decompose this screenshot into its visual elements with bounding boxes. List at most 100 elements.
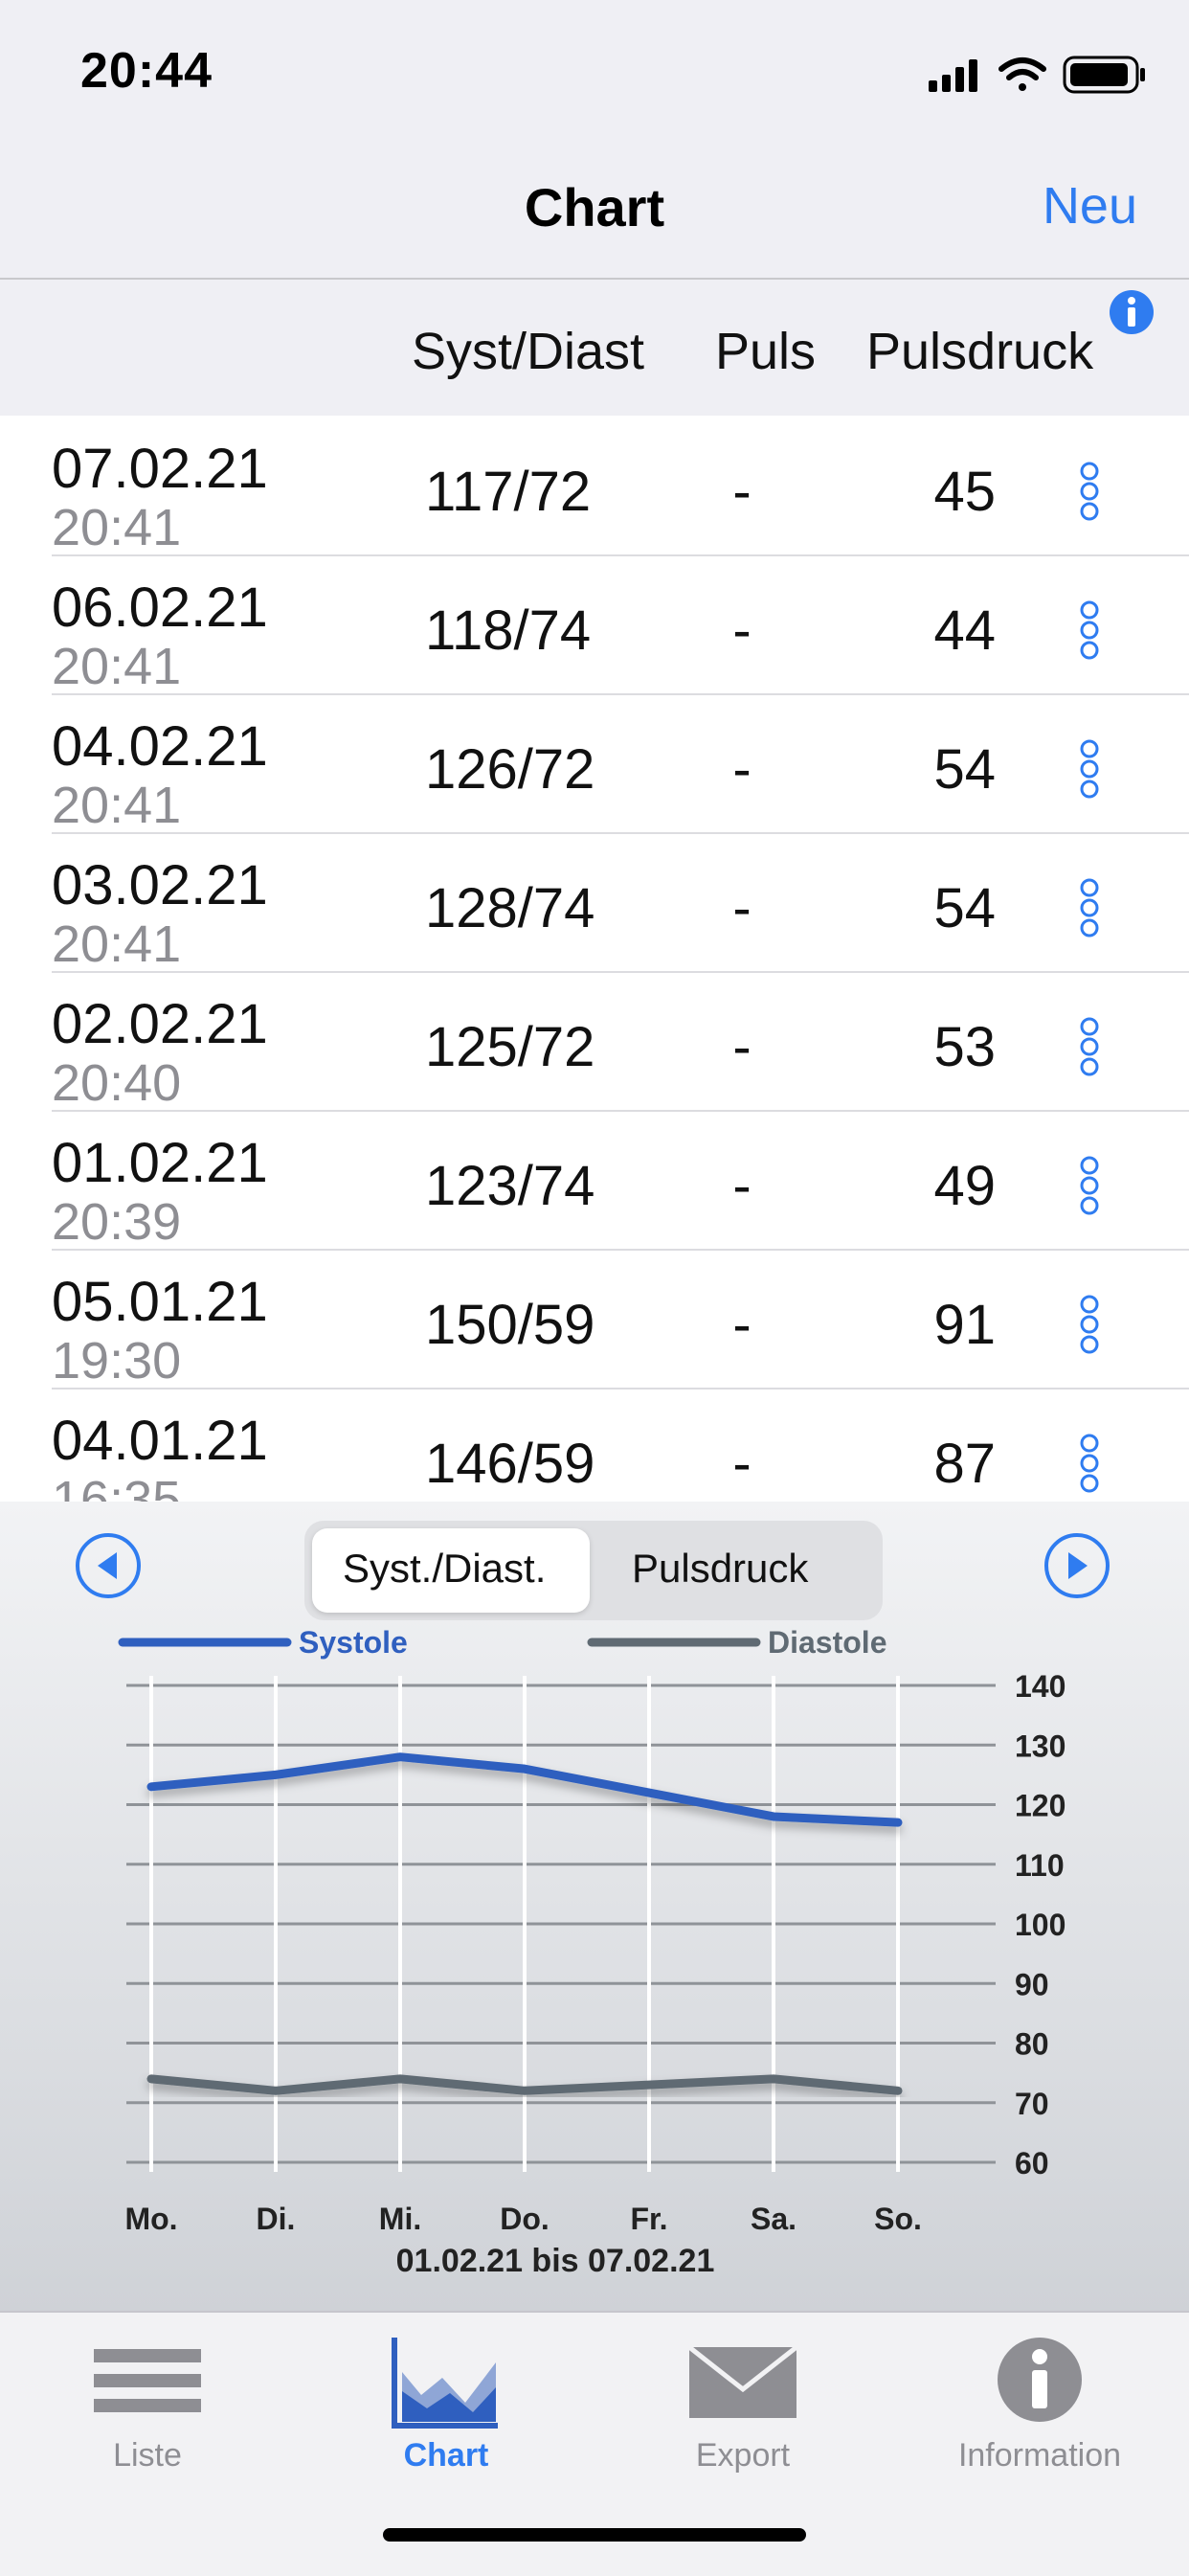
row-date: 07.02.21 <box>52 438 268 500</box>
segment-pulsdruck[interactable]: Pulsdruck <box>592 1528 875 1613</box>
row-pulsdruck: 87 <box>933 1433 996 1495</box>
tab-export-label: Export <box>695 2437 791 2474</box>
legend-label-systole: Systole <box>299 1625 408 1660</box>
more-options-icon[interactable] <box>1068 1154 1110 1217</box>
more-options-icon[interactable] <box>1068 599 1110 662</box>
home-indicator <box>383 2528 806 2542</box>
table-row[interactable]: 07.02.21 20:41 117/72 - 45 <box>0 418 1189 556</box>
row-pulsdruck: 45 <box>933 461 996 523</box>
row-time: 20:41 <box>52 915 182 973</box>
y-tick-label: 120 <box>1015 1789 1066 1823</box>
segment-syst-diast-label: Syst./Diast. <box>343 1546 547 1591</box>
x-tick-label: Do. <box>500 2202 550 2236</box>
blood-pressure-chart: Systole Diastole 60 70 80 90 100 110 120 130 140 M… <box>118 1625 1066 2236</box>
row-time: 20:41 <box>52 499 182 556</box>
row-time: 19:30 <box>52 1332 182 1390</box>
segment-pulsdruck-label: Pulsdruck <box>632 1546 809 1591</box>
table-row[interactable]: 01.02.21 20:39 123/74 - 49 <box>0 1112 1189 1251</box>
row-date: 02.02.21 <box>52 993 268 1055</box>
row-syst-diast: 123/74 <box>425 1155 595 1217</box>
row-pulsdruck: 44 <box>933 599 996 662</box>
tab-information[interactable]: Information <box>896 2328 1183 2474</box>
x-tick-label: Fr. <box>630 2202 667 2236</box>
row-syst-diast: 126/72 <box>425 738 595 801</box>
y-tick-label: 70 <box>1015 2087 1049 2121</box>
row-syst-diast: 117/72 <box>425 461 592 523</box>
row-pulsdruck: 49 <box>933 1155 996 1217</box>
row-syst-diast: 128/74 <box>425 877 595 939</box>
previous-week-button[interactable] <box>75 1532 142 1599</box>
table-row[interactable]: 04.01.21 16:35 146/59 - 87 <box>0 1390 1189 1502</box>
legend-label-diastole: Diastole <box>768 1625 886 1660</box>
row-syst-diast: 118/74 <box>425 599 592 662</box>
next-week-button[interactable] <box>1043 1532 1110 1599</box>
tab-chart[interactable]: Chart <box>303 2328 590 2474</box>
table-header: Syst/Diast Puls Pulsdruck <box>0 280 1189 416</box>
more-options-icon[interactable] <box>1068 1015 1110 1078</box>
arrow-left-icon <box>98 1552 117 1579</box>
row-date: 04.02.21 <box>52 715 268 778</box>
x-tick-label: Di. <box>257 2202 296 2236</box>
more-options-icon[interactable] <box>1068 460 1110 523</box>
row-date: 01.02.21 <box>52 1132 268 1194</box>
tab-liste-label: Liste <box>113 2437 182 2474</box>
row-time: 20:40 <box>52 1054 182 1112</box>
more-options-icon[interactable] <box>1068 876 1110 939</box>
more-options-icon[interactable] <box>1068 1432 1110 1495</box>
row-puls: - <box>732 738 752 801</box>
arrow-right-icon <box>1068 1552 1088 1579</box>
wifi-icon <box>998 57 1046 91</box>
row-pulsdruck: 54 <box>933 738 996 801</box>
row-puls: - <box>732 461 752 523</box>
row-puls: - <box>732 1294 752 1356</box>
list-icon <box>94 2349 201 2412</box>
row-syst-diast: 125/72 <box>425 1016 595 1078</box>
chart-mode-segmented-control: Syst./Diast. Pulsdruck <box>304 1521 883 1620</box>
measurement-list[interactable]: 07.02.21 20:41 117/72 - 45 06.02.21 20:4… <box>0 418 1189 1502</box>
row-time: 20:39 <box>52 1193 182 1251</box>
row-date: 03.02.21 <box>52 854 268 916</box>
y-tick-label: 60 <box>1015 2146 1049 2181</box>
table-row[interactable]: 04.02.21 20:41 126/72 - 54 <box>0 695 1189 834</box>
y-tick-label: 130 <box>1015 1729 1066 1763</box>
cellular-signal-icon <box>929 59 977 92</box>
x-tick-label: Mo. <box>124 2202 177 2236</box>
tab-chart-label: Chart <box>403 2437 489 2474</box>
y-tick-label: 140 <box>1015 1669 1066 1704</box>
segment-syst-diast[interactable]: Syst./Diast. <box>312 1528 590 1613</box>
row-pulsdruck: 91 <box>933 1294 996 1356</box>
table-row[interactable]: 05.01.21 19:30 150/59 - 91 <box>0 1251 1189 1390</box>
row-date: 04.01.21 <box>52 1410 268 1472</box>
x-tick-label: So. <box>874 2202 922 2236</box>
row-puls: - <box>732 1155 752 1217</box>
battery-icon <box>1063 56 1145 94</box>
table-row[interactable]: 02.02.21 20:40 125/72 - 53 <box>0 973 1189 1112</box>
chart-date-range: 01.02.21 bis 07.02.21 <box>395 2243 715 2279</box>
info-circle-icon <box>998 2338 1082 2422</box>
status-time: 20:44 <box>80 43 213 99</box>
more-options-icon[interactable] <box>1068 737 1110 801</box>
info-icon[interactable] <box>1109 289 1155 335</box>
table-row[interactable]: 06.02.21 20:41 118/74 - 44 <box>0 556 1189 695</box>
table-row[interactable]: 03.02.21 20:41 128/74 - 54 <box>0 834 1189 973</box>
tab-information-label: Information <box>957 2437 1122 2474</box>
column-header-puls: Puls <box>715 323 817 380</box>
row-puls: - <box>732 599 752 662</box>
tab-export[interactable]: Export <box>599 2328 886 2474</box>
column-header-pulsdruck: Pulsdruck <box>866 323 1094 380</box>
chart-icon <box>392 2338 498 2429</box>
column-header-syst-diast: Syst/Diast <box>412 323 645 380</box>
y-tick-label: 110 <box>1015 1848 1065 1883</box>
more-options-icon[interactable] <box>1068 1293 1110 1356</box>
page-title: Chart <box>524 177 665 237</box>
navigation-bar: Chart Neu <box>0 144 1189 280</box>
row-puls: - <box>732 877 752 939</box>
y-tick-label: 90 <box>1015 1967 1049 2001</box>
x-tick-label: Mi. <box>379 2202 421 2236</box>
row-syst-diast: 150/59 <box>425 1294 595 1356</box>
x-tick-label: Sa. <box>751 2202 796 2236</box>
tab-liste[interactable]: Liste <box>4 2328 291 2474</box>
new-entry-button[interactable]: Neu <box>1043 176 1137 236</box>
row-puls: - <box>732 1016 752 1078</box>
y-tick-label: 100 <box>1015 1908 1066 1942</box>
